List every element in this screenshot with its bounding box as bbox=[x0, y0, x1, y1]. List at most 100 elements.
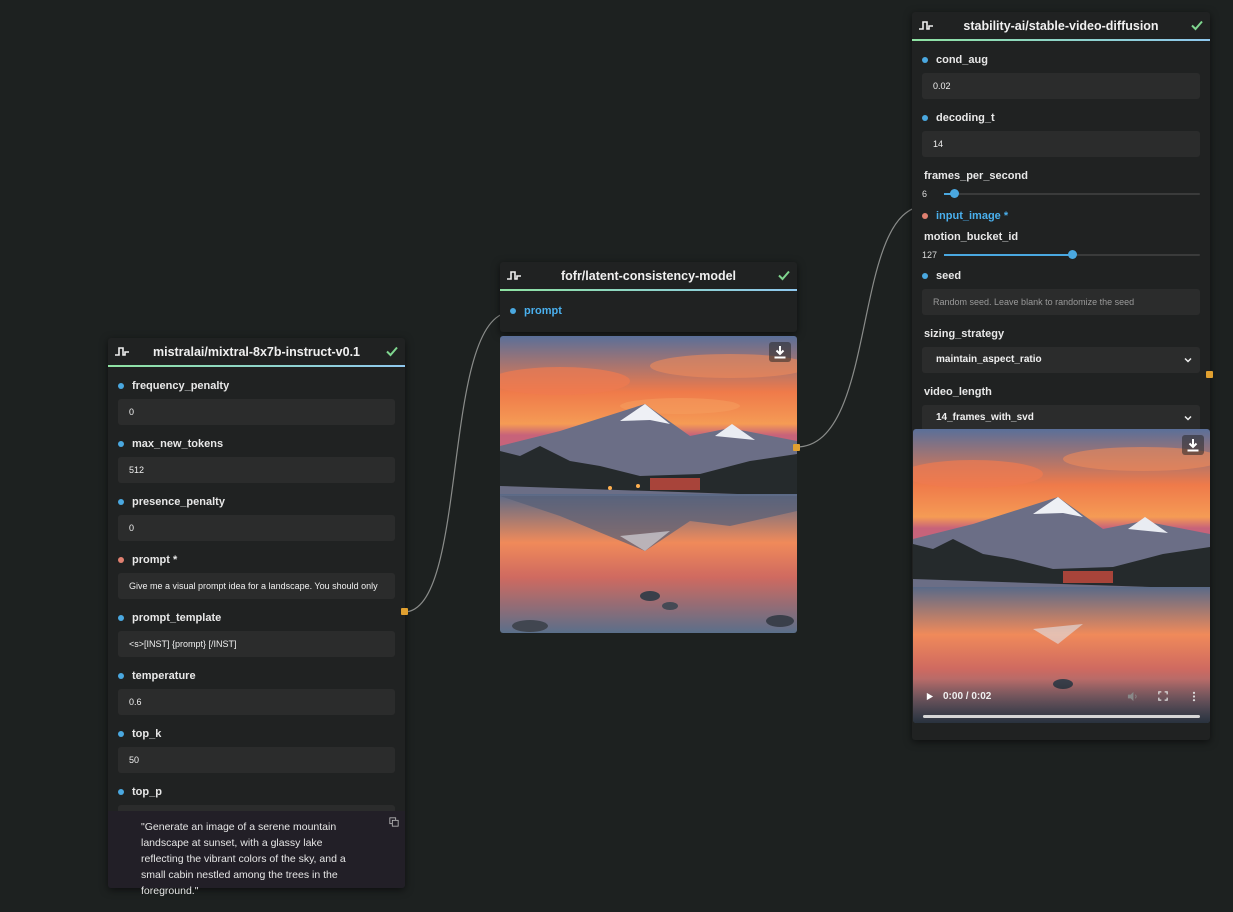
fps-slider[interactable]: 6 bbox=[922, 187, 1200, 201]
prompt-template-input[interactable]: <s>[INST] {prompt} [/INST] bbox=[118, 631, 395, 657]
check-icon bbox=[778, 270, 790, 281]
slider-track[interactable] bbox=[944, 250, 1200, 259]
input-port-dot[interactable] bbox=[118, 383, 124, 389]
node-title: fofr/latent-consistency-model bbox=[560, 268, 737, 283]
field-temperature: temperature 0.6 bbox=[108, 668, 405, 715]
top-k-input[interactable]: 50 bbox=[118, 747, 395, 773]
slider-knob[interactable] bbox=[950, 189, 960, 198]
lcm-output-port[interactable] bbox=[793, 444, 800, 451]
field-frequency-penalty: frequency_penalty 0 bbox=[108, 378, 405, 425]
field-label: frames_per_second bbox=[924, 170, 1028, 182]
input-port-dot[interactable] bbox=[118, 615, 124, 621]
svd-output-video[interactable]: 0:00 / 0:02 bbox=[913, 429, 1210, 723]
lcm-node-header[interactable]: fofr/latent-consistency-model bbox=[500, 262, 797, 291]
svd-output-port[interactable] bbox=[1206, 371, 1213, 378]
node-title: stability-ai/stable-video-diffusion bbox=[963, 18, 1159, 33]
input-port-dot[interactable] bbox=[118, 673, 124, 679]
mistral-node-header[interactable]: mistralai/mixtral-8x7b-instruct-v0.1 bbox=[108, 338, 405, 367]
field-label: temperature bbox=[108, 668, 405, 684]
field-decoding-t: decoding_t 14 bbox=[912, 110, 1210, 157]
wire-lcm-to-svd bbox=[795, 205, 927, 448]
video-controls: 0:00 / 0:02 bbox=[913, 679, 1210, 723]
check-icon bbox=[386, 346, 398, 357]
max-new-tokens-input[interactable]: 512 bbox=[118, 457, 395, 483]
slider-knob[interactable] bbox=[1068, 250, 1077, 259]
field-seed: seed Random seed. Leave blank to randomi… bbox=[912, 268, 1210, 315]
chevron-down-icon bbox=[1184, 357, 1192, 363]
landscape-image bbox=[500, 336, 797, 633]
input-port-dot[interactable] bbox=[118, 557, 124, 563]
wire-mistral-to-lcm bbox=[403, 311, 513, 613]
node-title: mistralai/mixtral-8x7b-instruct-v0.1 bbox=[152, 344, 361, 359]
input-port-dot[interactable] bbox=[510, 308, 516, 314]
prompt-input-label: prompt bbox=[500, 303, 797, 319]
field-cond-aug: cond_aug 0.02 bbox=[912, 52, 1210, 99]
fullscreen-icon[interactable] bbox=[1158, 691, 1168, 701]
node-type-icon bbox=[507, 271, 521, 280]
field-label: frequency_penalty bbox=[108, 378, 405, 394]
field-label: decoding_t bbox=[912, 110, 1210, 126]
field-label: cond_aug bbox=[912, 52, 1210, 68]
field-prompt: prompt * Give me a visual prompt idea fo… bbox=[108, 552, 405, 599]
field-label: top_k bbox=[108, 726, 405, 742]
input-port-dot[interactable] bbox=[922, 273, 928, 279]
download-icon bbox=[1187, 439, 1199, 452]
motion-slider[interactable]: 127 bbox=[922, 248, 1200, 262]
temperature-input[interactable]: 0.6 bbox=[118, 689, 395, 715]
input-port-dot[interactable] bbox=[922, 57, 928, 63]
input-port-dot[interactable] bbox=[118, 789, 124, 795]
input-port-dot[interactable] bbox=[922, 115, 928, 121]
field-label: max_new_tokens bbox=[108, 436, 405, 452]
input-port-dot[interactable] bbox=[118, 731, 124, 737]
field-label: motion_bucket_id bbox=[924, 231, 1019, 243]
prompt-input[interactable]: Give me a visual prompt idea for a lands… bbox=[118, 573, 395, 599]
field-video-length: video_length 14_frames_with_svd bbox=[912, 384, 1210, 431]
field-top-k: top_k 50 bbox=[108, 726, 405, 773]
video-progress-bar[interactable] bbox=[923, 715, 1200, 718]
volume-icon[interactable] bbox=[1127, 691, 1138, 702]
lcm-node[interactable]: fofr/latent-consistency-model prompt bbox=[500, 262, 797, 332]
copy-icon[interactable] bbox=[389, 817, 399, 827]
field-frames-per-second: frames_per_second 6 bbox=[912, 168, 1210, 201]
field-input-image: input_image * bbox=[912, 208, 1210, 224]
download-button[interactable] bbox=[769, 342, 791, 362]
chevron-down-icon bbox=[1184, 415, 1192, 421]
output-port[interactable] bbox=[401, 608, 408, 615]
output-text-panel: "Generate an image of a serene mountain … bbox=[108, 811, 405, 897]
more-options-icon[interactable] bbox=[1192, 691, 1196, 702]
field-label: top_p bbox=[108, 784, 405, 800]
field-label: prompt * bbox=[108, 552, 405, 568]
field-label: sizing_strategy bbox=[924, 328, 1005, 340]
field-motion-bucket-id: motion_bucket_id 127 bbox=[912, 229, 1210, 262]
input-port-dot[interactable] bbox=[118, 441, 124, 447]
input-port-dot[interactable] bbox=[118, 499, 124, 505]
decoding-t-input[interactable]: 14 bbox=[922, 131, 1200, 157]
frequency-penalty-input[interactable]: 0 bbox=[118, 399, 395, 425]
cond-aug-input[interactable]: 0.02 bbox=[922, 73, 1200, 99]
video-length-select[interactable]: 14_frames_with_svd bbox=[922, 405, 1200, 431]
seed-input[interactable]: Random seed. Leave blank to randomize th… bbox=[922, 289, 1200, 315]
download-icon bbox=[774, 346, 786, 359]
slider-fill bbox=[944, 254, 1072, 256]
input-port-dot[interactable] bbox=[922, 213, 928, 219]
lcm-output-image bbox=[500, 336, 797, 633]
field-label: seed bbox=[912, 268, 1210, 284]
field-label: presence_penalty bbox=[108, 494, 405, 510]
presence-penalty-input[interactable]: 0 bbox=[118, 515, 395, 541]
slider-value: 127 bbox=[922, 250, 938, 260]
check-icon bbox=[1191, 20, 1203, 31]
download-button[interactable] bbox=[1182, 435, 1204, 455]
field-max-new-tokens: max_new_tokens 512 bbox=[108, 436, 405, 483]
play-icon[interactable] bbox=[925, 692, 934, 701]
sizing-strategy-select[interactable]: maintain_aspect_ratio bbox=[922, 347, 1200, 373]
node-type-icon bbox=[115, 347, 129, 356]
slider-value: 6 bbox=[922, 189, 928, 199]
field-presence-penalty: presence_penalty 0 bbox=[108, 494, 405, 541]
field-label: video_length bbox=[924, 386, 992, 398]
svd-node-header[interactable]: stability-ai/stable-video-diffusion bbox=[912, 12, 1210, 41]
slider-track[interactable] bbox=[944, 189, 1200, 198]
output-text: "Generate an image of a serene mountain … bbox=[141, 821, 346, 897]
mistral-node[interactable]: mistralai/mixtral-8x7b-instruct-v0.1 fre… bbox=[108, 338, 408, 897]
node-type-icon bbox=[919, 21, 933, 30]
video-time: 0:00 / 0:02 bbox=[943, 691, 992, 702]
